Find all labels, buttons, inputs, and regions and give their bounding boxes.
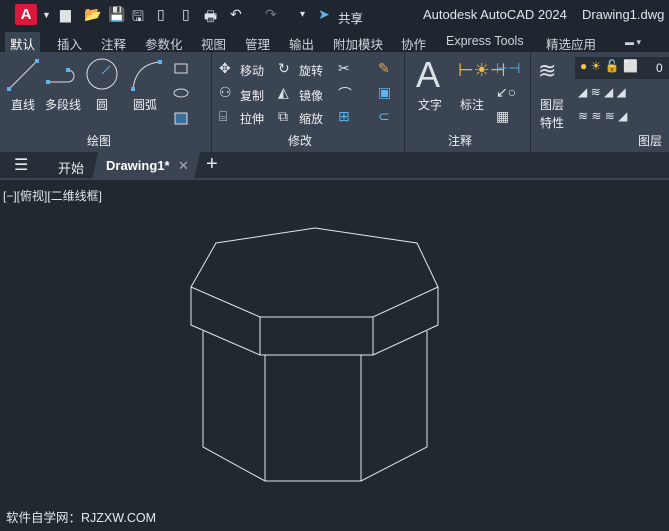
stretch-icon: ⌸ (219, 108, 228, 124)
prism-top-face (190, 227, 439, 318)
plot-icon[interactable]: 🖶 (204, 6, 217, 30)
tab-insert[interactable]: 插入 (57, 34, 82, 53)
text-icon: A (416, 54, 441, 95)
array-icon[interactable]: ⊞ (338, 108, 350, 125)
draw-panel-title[interactable]: 绘图 (87, 132, 111, 149)
scale-icon: ⧉ (278, 108, 288, 124)
save-icon[interactable]: 💾 (108, 6, 125, 23)
explode-icon[interactable]: ▣ (378, 84, 391, 101)
new-icon[interactable]: ▆ (60, 6, 71, 23)
share-button[interactable]: 共享 (338, 8, 363, 27)
layer-properties-button-line2[interactable]: 特性 (540, 114, 564, 131)
hatch-icon[interactable] (174, 112, 188, 125)
polyline-button[interactable]: 多段线 (45, 96, 81, 113)
drawing-canvas[interactable] (0, 182, 669, 502)
mirror-button[interactable]: 镜像 (299, 87, 323, 104)
erase-icon[interactable]: ✎ (378, 60, 390, 77)
open-icon[interactable]: 📂 (84, 6, 101, 23)
layer-properties-icon: ≋ (538, 58, 557, 83)
rotate-icon: ↻ (278, 60, 290, 76)
copy-button[interactable]: 复制 (240, 87, 264, 104)
tab-parametric[interactable]: 参数化 (145, 34, 183, 53)
tab-drawing1[interactable]: Drawing1* (106, 158, 170, 173)
tab-start[interactable]: 开始 (58, 158, 84, 177)
layer-tools-row2-icons[interactable]: ≋ ≋ ≋ ◢ (578, 109, 627, 123)
current-layer-select[interactable]: 0 (656, 61, 663, 75)
divider (404, 52, 405, 152)
line-button[interactable]: 直线 (11, 96, 35, 113)
close-tab-icon[interactable]: ✕ (178, 158, 189, 174)
dimension-button[interactable]: 标注 (460, 96, 484, 113)
app-menu-button[interactable]: A (15, 4, 37, 25)
app-title: Autodesk AutoCAD 2024 (423, 7, 567, 22)
modify-panel-title[interactable]: 修改 (288, 132, 312, 149)
line-icon (7, 59, 39, 91)
redo-icon[interactable]: ↷ (265, 6, 277, 23)
move-button[interactable]: 移动 (240, 62, 264, 79)
rectangle-icon[interactable] (174, 63, 188, 74)
tab-output[interactable]: 输出 (289, 34, 314, 53)
polyline-icon (46, 68, 75, 84)
linear-dim-icon[interactable]: ⊢⊣ (496, 60, 520, 77)
trim-icon[interactable]: ✂ (338, 60, 350, 77)
scale-button[interactable]: 缩放 (299, 110, 323, 127)
rotate-button[interactable]: 旋转 (299, 62, 323, 79)
save-to-mobile-icon[interactable]: ▯ (182, 6, 190, 23)
divider (530, 52, 531, 152)
ellipse-icon[interactable] (173, 88, 189, 98)
share-icon[interactable]: ➤ (318, 6, 330, 23)
menu-icon[interactable]: ☰ (14, 155, 28, 175)
offset-icon[interactable]: ⊂ (378, 108, 390, 125)
tab-collaborate[interactable]: 协作 (401, 34, 426, 53)
undo-icon[interactable]: ↶ (230, 6, 242, 23)
customize-dropdown-icon[interactable]: ▾ (300, 9, 305, 20)
circle-icon (86, 58, 118, 90)
tab-view[interactable]: 视图 (201, 34, 226, 53)
layers-panel-title[interactable]: 图层 (638, 132, 662, 149)
title-bar: A ▼ ▆ 📂 💾 🖫 ▯ ▯ 🖶 ↶ ↷ ▾ ➤ 共享 Autodesk Au… (0, 0, 669, 30)
leader-icon[interactable]: ↙○ (496, 84, 516, 101)
tab-addins[interactable]: 附加模块 (333, 34, 383, 53)
layer-tools-row1-icons[interactable]: ◢ ≋ ◢ ◢ (578, 85, 626, 99)
ribbon-tabs: 默认 插入 注释 参数化 视图 管理 输出 附加模块 协作 Express To… (0, 30, 669, 52)
circle-button[interactable]: 圆 (96, 96, 108, 113)
stretch-button[interactable]: 拉伸 (240, 110, 264, 127)
divider (211, 52, 212, 152)
open-from-mobile-icon[interactable]: ▯ (157, 6, 165, 23)
file-name: Drawing1.dwg (582, 7, 665, 22)
table-icon[interactable]: ▦ (496, 108, 509, 125)
prism-body (202, 331, 428, 482)
copy-icon: ⚇ (219, 84, 232, 100)
new-tab-icon[interactable]: + (206, 153, 218, 176)
watermark: 软件自学网：RJZXW.COM (6, 511, 156, 525)
tab-manage[interactable]: 管理 (245, 34, 270, 53)
document-tabs: ☰ 开始 Drawing1* ✕ + (0, 152, 669, 180)
app-menu-dropdown-icon[interactable]: ▼ (42, 10, 51, 20)
prism-band (190, 287, 439, 356)
ribbon: 直线 多段线 圆 圆弧 绘图 ✥ 移动 ↻ 旋转 ⚇ 复制 ◭ 镜像 ⌸ 拉伸 … (0, 52, 669, 152)
annotation-panel-title[interactable]: 注释 (448, 132, 472, 149)
layer-state-icons[interactable]: ● ☀ 🔓 ⬜ (580, 59, 638, 73)
tab-default[interactable]: 默认 (5, 32, 41, 52)
ribbon-minimize-button[interactable]: ▬ ▾ (625, 37, 641, 48)
text-button[interactable]: 文字 (418, 96, 442, 113)
tab-express-tools[interactable]: Express Tools (446, 34, 524, 48)
move-icon: ✥ (219, 60, 231, 76)
tab-annotate[interactable]: 注释 (101, 34, 126, 53)
arc-button[interactable]: 圆弧 (133, 96, 157, 113)
mirror-icon: ◭ (278, 84, 289, 100)
fillet-icon[interactable]: ⌒ (338, 84, 352, 104)
save-as-icon[interactable]: 🖫 (132, 6, 144, 30)
tab-featured-apps[interactable]: 精选应用 (546, 34, 596, 53)
arc-icon (131, 60, 162, 91)
layer-properties-button[interactable]: 图层 (540, 96, 564, 113)
